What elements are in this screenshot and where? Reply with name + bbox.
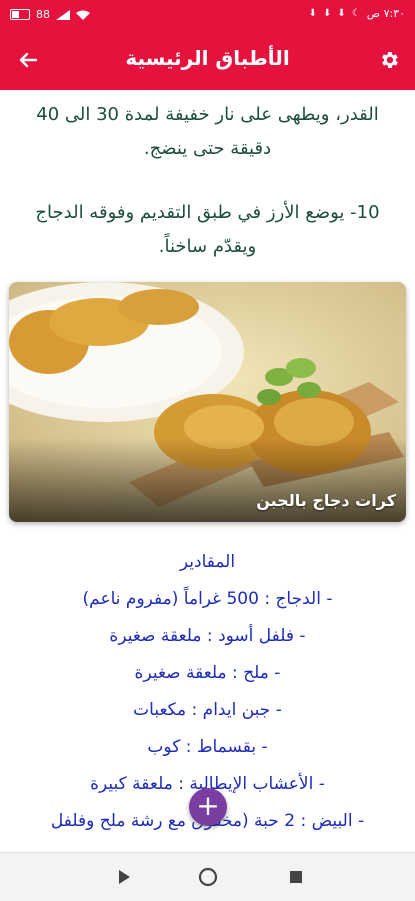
download-icon: ⬇ bbox=[323, 8, 332, 19]
dish-card[interactable]: كرات دجاج بالجبن bbox=[9, 282, 406, 522]
signal-icon bbox=[56, 9, 70, 20]
recipe-content[interactable]: القدر، ويطهى على نار خفيفة لمدة 30 الى 4… bbox=[0, 90, 415, 852]
moon-icon: ☾ bbox=[351, 8, 361, 19]
ingredients-heading: المقادير bbox=[179, 552, 236, 572]
settings-button[interactable] bbox=[373, 44, 405, 76]
nav-back-button[interactable] bbox=[112, 865, 136, 889]
ingredient-item: - ملح : ملعقة صغيرة bbox=[134, 663, 281, 683]
ingredient-item: - بقسماط : كوب bbox=[147, 737, 268, 757]
dish-photo bbox=[9, 282, 406, 522]
gear-icon bbox=[382, 52, 398, 68]
dish-caption: كرات دجاج بالجبن bbox=[256, 491, 396, 510]
wifi-icon bbox=[76, 10, 90, 20]
recipe-step: 10- يوضع الأرز في طبق التقديم وفوقه الدج… bbox=[35, 202, 380, 257]
add-fab-button[interactable]: + bbox=[189, 788, 227, 826]
download-icon: ⬇ bbox=[308, 8, 318, 19]
ingredient-item: - الدجاج : 500 غراماً (مفروم ناعم) bbox=[82, 589, 333, 609]
battery-level: 88 bbox=[36, 8, 50, 21]
nav-recents-button[interactable] bbox=[284, 865, 308, 889]
battery-icon bbox=[10, 9, 30, 20]
status-bar: 88 ⬇ ⬇ ⬇ ☾ ٧:٣٠ ص bbox=[0, 0, 415, 30]
status-left: 88 bbox=[10, 8, 90, 21]
status-time: ٧:٣٠ ص bbox=[366, 7, 405, 20]
app-bar: الأطباق الرئيسية bbox=[0, 30, 415, 90]
download-icon: ⬇ bbox=[337, 8, 346, 19]
ingredient-item: - جبن ايدام : مكعبات bbox=[133, 700, 282, 720]
nav-home-button[interactable] bbox=[196, 865, 220, 889]
system-nav-bar bbox=[0, 852, 415, 901]
status-right: ⬇ ⬇ ⬇ ☾ ٧:٣٠ ص bbox=[309, 7, 405, 20]
page-title: الأطباق الرئيسية bbox=[125, 46, 290, 70]
recipe-step: القدر، ويطهى على نار خفيفة لمدة 30 الى 4… bbox=[36, 104, 379, 159]
ingredient-item: - فلفل أسود : ملعقة صغيرة bbox=[109, 626, 306, 646]
